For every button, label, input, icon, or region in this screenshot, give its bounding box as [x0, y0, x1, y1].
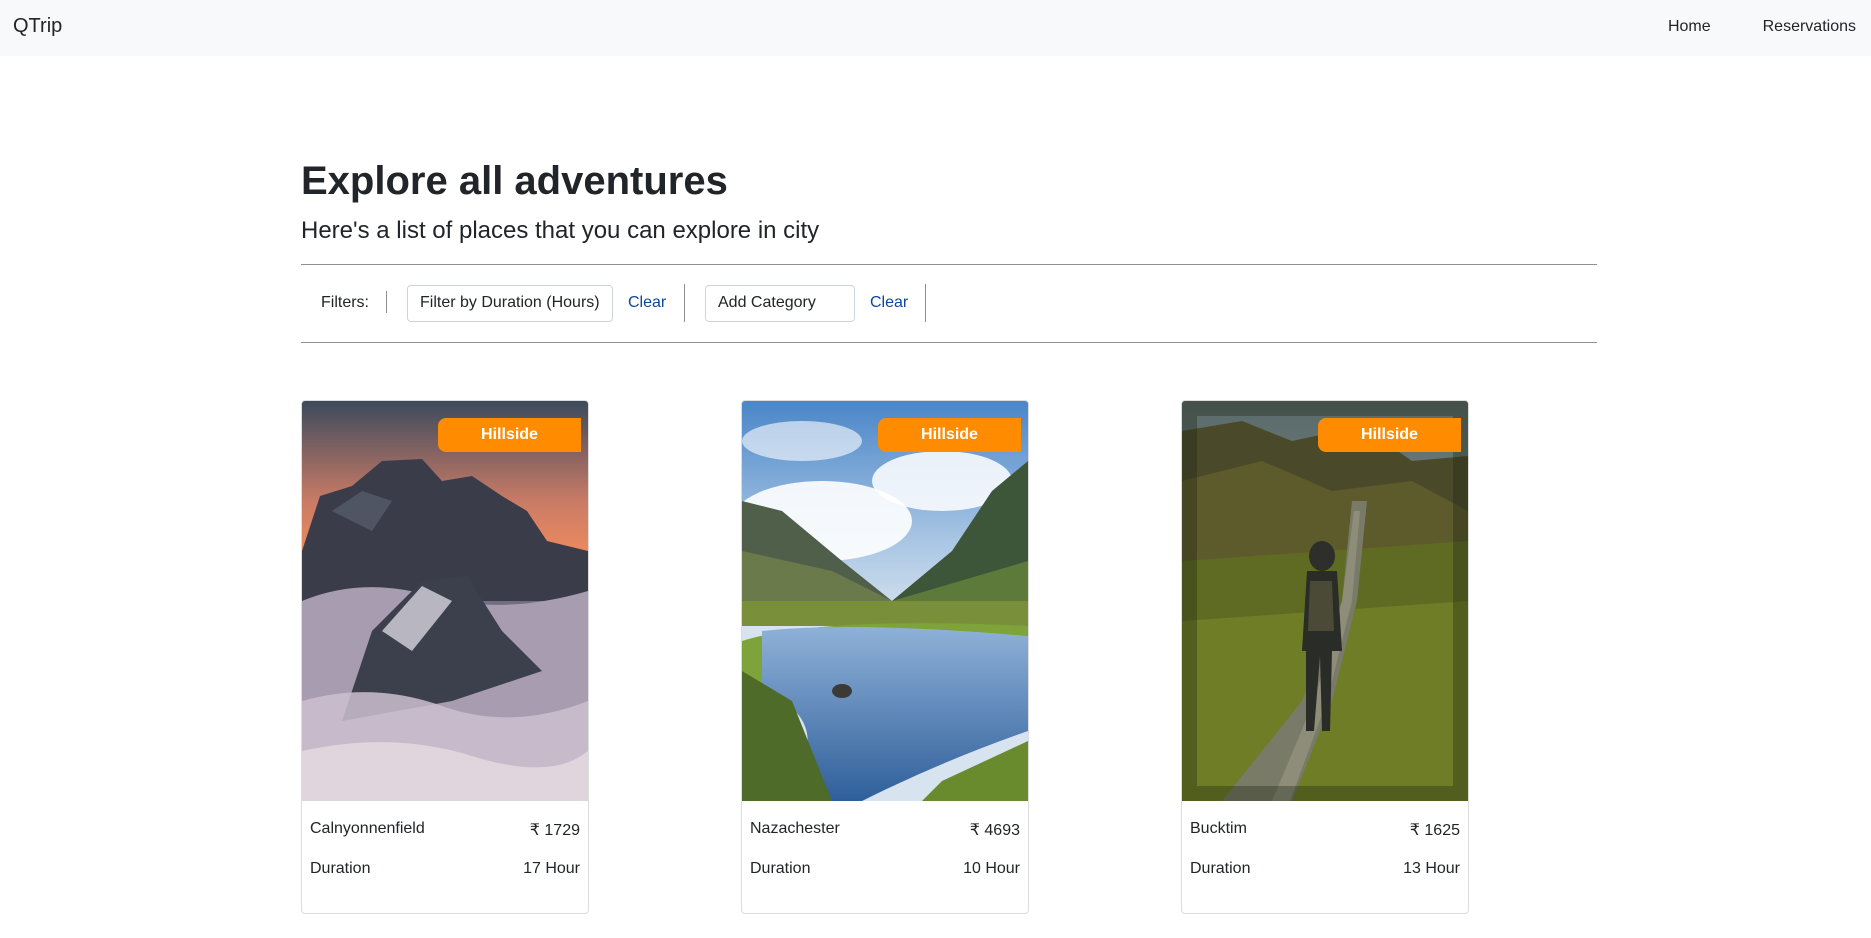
divider-top	[301, 264, 1597, 265]
card-duration-row: Duration 13 Hour	[1190, 860, 1460, 882]
filters-label: Filters:	[321, 294, 369, 311]
category-banner: Hillside	[878, 418, 1021, 452]
adventure-price: ₹ 1625	[1409, 822, 1460, 839]
adventure-name: Calnyonnenfield	[310, 820, 425, 837]
category-banner: Hillside	[438, 418, 581, 452]
adventure-duration: 17 Hour	[523, 860, 580, 877]
card-title-row: Calnyonnenfield ₹ 1729	[310, 820, 580, 842]
duration-label: Duration	[1190, 860, 1251, 877]
duration-filter-select[interactable]: Filter by Duration (Hours)	[407, 285, 613, 322]
adventure-name: Bucktim	[1190, 820, 1247, 837]
filter-separator	[684, 284, 685, 322]
page-title: Explore all adventures	[301, 159, 728, 203]
filter-separator	[925, 284, 926, 322]
adventure-duration: 13 Hour	[1403, 860, 1460, 877]
adventure-image	[302, 401, 588, 801]
adventure-price: ₹ 1729	[529, 822, 580, 839]
adventure-image	[1182, 401, 1468, 801]
adventure-card[interactable]: Hillside Calnyonnenfield ₹ 1729 Duration…	[301, 400, 589, 914]
filters-bar: Filters: Filter by Duration (Hours) Clea…	[301, 282, 1597, 326]
clear-duration-link[interactable]: Clear	[628, 294, 666, 312]
card-title-row: Bucktim ₹ 1625	[1190, 820, 1460, 842]
nav-link-reservations[interactable]: Reservations	[1763, 18, 1856, 36]
filter-separator	[386, 291, 387, 313]
adventure-name: Nazachester	[750, 820, 840, 837]
brand-logo[interactable]: QTrip	[13, 15, 62, 38]
nav-link-home[interactable]: Home	[1668, 18, 1711, 36]
page-subtitle: Here's a list of places that you can exp…	[301, 217, 820, 244]
clear-category-link[interactable]: Clear	[870, 294, 908, 312]
adventure-price: ₹ 4693	[969, 822, 1020, 839]
navbar: QTrip Home Reservations	[0, 0, 1871, 56]
duration-label: Duration	[310, 860, 371, 877]
category-filter-select[interactable]: Add Category	[705, 285, 855, 322]
adventure-image	[742, 401, 1028, 801]
card-duration-row: Duration 17 Hour	[310, 860, 580, 882]
adventure-card[interactable]: Hillside Nazachester ₹ 4693 Duration 10 …	[741, 400, 1029, 914]
card-duration-row: Duration 10 Hour	[750, 860, 1020, 882]
adventure-card[interactable]: Hillside Bucktim ₹ 1625 Duration 13 Hour	[1181, 400, 1469, 914]
duration-label: Duration	[750, 860, 811, 877]
adventure-duration: 10 Hour	[963, 860, 1020, 877]
divider-bottom	[301, 342, 1597, 343]
category-banner: Hillside	[1318, 418, 1461, 452]
nav-links: Home Reservations	[1668, 18, 1856, 36]
card-title-row: Nazachester ₹ 4693	[750, 820, 1020, 842]
